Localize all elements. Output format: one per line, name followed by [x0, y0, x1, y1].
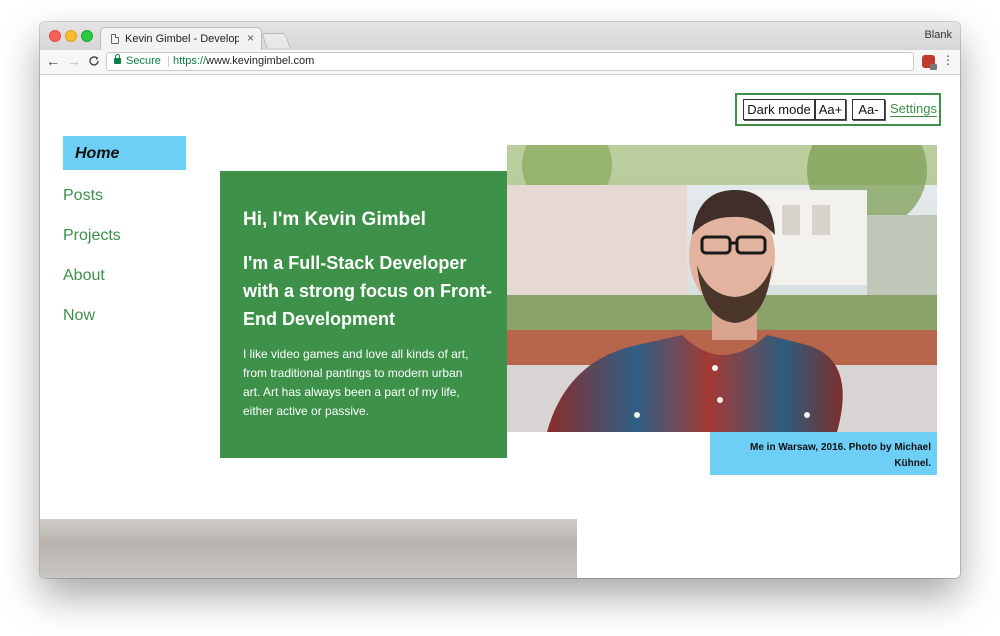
browser-window: Kevin Gimbel - Developer | Kevin Gimbel … — [40, 22, 960, 578]
headline: I'm a Full-Stack Developer with a strong… — [243, 253, 492, 329]
url-host: www.kevingimbel.com — [206, 55, 315, 67]
new-tab-button[interactable] — [261, 33, 291, 48]
browser-menu-icon[interactable]: ⋮ — [942, 53, 954, 67]
extension-icon[interactable] — [922, 55, 937, 70]
minimize-window-button[interactable] — [65, 30, 77, 42]
page-content: Dark mode Aa+ Aa- Settings Home Posts Pr… — [40, 75, 960, 578]
decrease-font-button[interactable]: Aa- — [852, 99, 885, 120]
url-scheme: https:// — [173, 55, 207, 67]
reload-icon[interactable] — [88, 53, 100, 70]
tab-close-icon[interactable]: × — [247, 31, 254, 45]
maximize-window-button[interactable] — [81, 30, 93, 42]
lock-icon — [114, 54, 121, 64]
intro-card: Hi, I'm Kevin Gimbel I'm a Full-Stack De… — [220, 171, 507, 458]
forward-arrow-icon[interactable]: → — [67, 53, 81, 69]
nav-item-projects[interactable]: Projects — [63, 227, 121, 245]
portrait-photo — [507, 145, 937, 432]
next-section-image — [40, 519, 577, 578]
greeting-heading: Hi, I'm Kevin Gimbel — [243, 209, 426, 230]
document-icon — [111, 34, 119, 44]
secure-label: Secure — [126, 55, 161, 67]
url-text[interactable]: https://www.kevingimbel.com — [173, 55, 314, 67]
nav-item-home[interactable]: Home — [63, 136, 186, 170]
address-bar[interactable]: Secure https://www.kevingimbel.com ☆ — [106, 52, 914, 71]
close-window-button[interactable] — [49, 30, 61, 42]
increase-font-button[interactable]: Aa+ — [815, 99, 846, 120]
nav-item-now[interactable]: Now — [63, 307, 95, 325]
nav-item-label: Home — [75, 145, 120, 162]
profile-name[interactable]: Blank — [924, 29, 952, 41]
divider — [168, 56, 169, 67]
tab-bar: Kevin Gimbel - Developer | Kevin Gimbel … — [40, 22, 960, 51]
tab-title: Kevin Gimbel - Developer | Kevin Gimbel — [125, 33, 239, 45]
bio-text: I like video games and love all kinds of… — [243, 347, 469, 418]
photo-caption-box: Me in Warsaw, 2016. Photo by Michael Küh… — [710, 432, 937, 475]
nav-item-about[interactable]: About — [63, 267, 105, 285]
back-arrow-icon[interactable]: ← — [46, 53, 60, 69]
photo-caption: Me in Warsaw, 2016. Photo by Michael Küh… — [750, 442, 931, 469]
browser-toolbar: ← → Secure https://www.kevingimbel.com ☆… — [40, 50, 960, 75]
nav-item-posts[interactable]: Posts — [63, 187, 103, 205]
settings-link[interactable]: Settings — [890, 101, 937, 117]
settings-bar: Dark mode Aa+ Aa- Settings — [735, 93, 941, 126]
browser-tab[interactable]: Kevin Gimbel - Developer | Kevin Gimbel … — [100, 27, 262, 51]
dark-mode-button[interactable]: Dark mode — [743, 99, 815, 120]
